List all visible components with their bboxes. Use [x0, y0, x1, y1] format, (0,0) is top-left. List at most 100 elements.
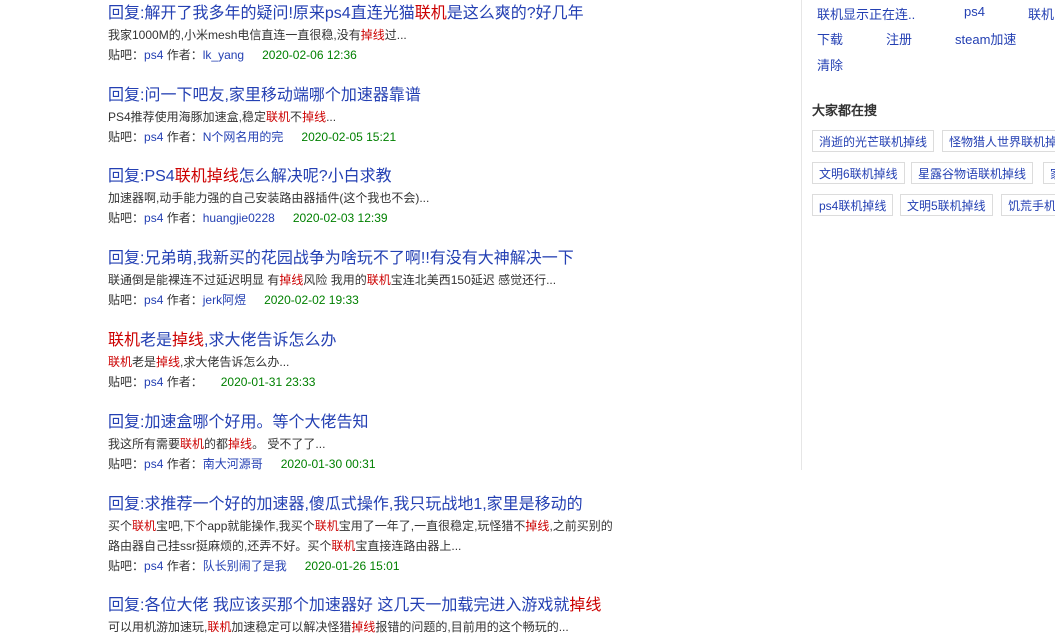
result-snippet: 我这所有需要联机的都掉线。 受不了了... [108, 437, 326, 451]
result-item: 回复:加速盒哪个好用。等个大佬告知 我这所有需要联机的都掉线。 受不了了... … [108, 412, 668, 474]
result-snippet: 可以用机游加速玩,联机加速稳定可以解决怪猎掉线报错的问题的,目前用的这个畅玩的.… [108, 620, 569, 634]
result-meta: 贴吧：ps4 作者：huangjie0228 2020-02-03 12:39 [108, 208, 668, 228]
result-title[interactable]: 联机老是掉线,求大佬告诉怎么办 [108, 330, 668, 352]
related-search-link[interactable]: 联机显示正在连.. [817, 4, 915, 23]
bar-label: 贴吧： [108, 559, 145, 573]
post-date: 2020-01-31 23:33 [220, 375, 316, 389]
column-divider [801, 0, 802, 470]
author-label: 作者： [166, 293, 203, 307]
result-snippet: 加速器啊,动手能力强的自己安装路由器插件(这个我也不会)... [108, 191, 430, 205]
bar-link[interactable]: ps4 [144, 211, 163, 225]
related-search-link[interactable]: 联机 [1028, 4, 1054, 23]
result-title[interactable]: 回复:问一下吧友,家里移动端哪个加速器靠谱 [108, 85, 668, 107]
bar-label: 贴吧： [108, 130, 145, 144]
author-link[interactable]: 队长别闹了是我 [203, 559, 287, 573]
bar-link[interactable]: ps4 [144, 375, 163, 389]
author-label: 作者： [166, 130, 203, 144]
related-search-link[interactable]: 注册 [886, 29, 912, 48]
result-meta: 贴吧：ps4 作者：jerk阿煜 2020-02-02 19:33 [108, 290, 668, 310]
highlight-term: 掉线 [360, 28, 385, 42]
post-date: 2020-02-03 12:39 [292, 211, 388, 225]
hot-search-tag[interactable]: 文明5联机掉线 [900, 194, 993, 216]
sidebar: 联机显示正在连.. ps4 联机 下载 注册 steam加速 清除 大家都在搜 … [812, 0, 1055, 636]
highlight-term: 联机 [180, 437, 205, 451]
bar-link[interactable]: ps4 [144, 48, 163, 62]
author-link[interactable]: huangjie0228 [203, 211, 275, 225]
highlight-term: 联机 [174, 168, 207, 185]
related-search-link[interactable]: 清除 [817, 55, 843, 74]
highlight-term: 联机 [266, 110, 291, 124]
hot-search-tag[interactable]: 怪物猎人世界联机掉线 [942, 130, 1055, 152]
highlight-term: 掉线 [569, 597, 602, 614]
highlight-term: 联机 [108, 355, 133, 369]
hot-search-tag[interactable]: 星露谷物语联机掉线 [911, 162, 1034, 184]
hot-searches-title: 大家都在搜 [812, 103, 878, 118]
bar-label: 贴吧： [108, 211, 145, 225]
result-title[interactable]: 回复:兄弟萌,我新买的花园战争为啥玩不了啊!!有没有大神解决一下 [108, 248, 668, 270]
related-search-link[interactable]: 下载 [817, 29, 843, 48]
post-date: 2020-02-05 15:21 [301, 130, 397, 144]
hot-search-tag[interactable]: 饥荒手机 [1001, 194, 1055, 216]
result-snippet: 联通倒是能裸连不过延迟明显 有掉线风险 我用的联机宝连北美西150延迟 感觉还行… [108, 273, 557, 287]
highlight-term: 联机 [132, 519, 157, 533]
bar-link[interactable]: ps4 [144, 130, 163, 144]
highlight-term: 掉线 [351, 620, 376, 634]
result-meta: 贴吧：ps4 作者：队长别闹了是我 2020-01-26 15:01 [108, 556, 668, 576]
hot-search-tag[interactable]: 消逝的光芒联机掉线 [812, 130, 935, 152]
post-date: 2020-02-02 19:33 [264, 293, 359, 307]
result-title[interactable]: 回复:各位大佬 我应该买那个加速器好 这几天一加载完进入游戏就掉线 [108, 595, 668, 617]
result-title[interactable]: 回复:解开了我多年的疑问!原来ps4直连光猫联机是这么爽的?好几年 [108, 3, 668, 25]
highlight-term: 掉线 [302, 110, 327, 124]
result-meta: 贴吧：ps4 作者： 2020-01-31 23:33 [108, 372, 668, 392]
post-date: 2020-01-26 15:01 [304, 559, 400, 573]
bar-label: 贴吧： [108, 375, 145, 389]
hot-search-tag[interactable]: ps4联机掉线 [812, 194, 894, 216]
bar-link[interactable]: ps4 [144, 293, 163, 307]
result-title[interactable]: 回复:加速盒哪个好用。等个大佬告知 [108, 412, 668, 434]
result-snippet: 联机老是掉线,求大佬告诉怎么办... [108, 355, 290, 369]
result-item: 回复:各位大佬 我应该买那个加速器好 这几天一加载完进入游戏就掉线 可以用机游加… [108, 595, 668, 637]
post-date: 2020-02-06 12:36 [262, 48, 357, 62]
author-link[interactable]: N个网名用的完 [203, 130, 284, 144]
post-date: 2020-01-30 00:31 [280, 457, 376, 471]
result-meta: 贴吧：ps4 作者：N个网名用的完 2020-02-05 15:21 [108, 127, 668, 147]
result-item: 回复:解开了我多年的疑问!原来ps4直连光猫联机是这么爽的?好几年 我家1000… [108, 3, 668, 65]
related-search-link[interactable]: ps4 [964, 4, 985, 19]
author-label: 作者： [166, 211, 203, 225]
result-item: 联机老是掉线,求大佬告诉怎么办 联机老是掉线,求大佬告诉怎么办... 贴吧：ps… [108, 330, 668, 392]
author-link[interactable]: lk_yang [203, 48, 244, 62]
related-search-link[interactable]: steam加速 [955, 29, 1016, 48]
result-item: 回复:求推荐一个好的加速器,傻瓜式操作,我只玩战地1,家里是移动的 买个联机宝吧… [108, 494, 668, 576]
highlight-term: 掉线 [172, 332, 205, 349]
bar-link[interactable]: ps4 [144, 457, 163, 471]
author-link[interactable]: 南大河源哥 [203, 457, 263, 471]
bar-link[interactable]: ps4 [144, 559, 163, 573]
author-link[interactable]: jerk阿煜 [203, 293, 246, 307]
bar-label: 贴吧： [108, 48, 145, 62]
highlight-term: 联机 [207, 620, 232, 634]
hot-search-tag[interactable]: 文明6联机掉线 [812, 162, 905, 184]
author-label: 作者： [166, 48, 203, 62]
result-title[interactable]: 回复:求推荐一个好的加速器,傻瓜式操作,我只玩战地1,家里是移动的 [108, 494, 668, 516]
result-item: 回复:兄弟萌,我新买的花园战争为啥玩不了啊!!有没有大神解决一下 联通倒是能裸连… [108, 248, 668, 310]
highlight-term: 联机 [108, 332, 141, 349]
bar-label: 贴吧： [108, 293, 145, 307]
highlight-term: 掉线 [525, 519, 550, 533]
hot-search-tag[interactable]: 家 [1043, 162, 1055, 184]
result-title[interactable]: 回复:PS4联机掉线怎么解决呢?小白求教 [108, 166, 668, 188]
highlight-term: 联机 [331, 539, 356, 553]
highlight-term: 联机 [366, 273, 391, 287]
result-snippet: PS4推荐使用海豚加速盒,稳定联机不掉线... [108, 110, 337, 124]
result-snippet: 我家1000M的,小米mesh电信直连一直很稳,没有掉线过... [108, 28, 407, 42]
result-item: 回复:问一下吧友,家里移动端哪个加速器靠谱 PS4推荐使用海豚加速盒,稳定联机不… [108, 85, 668, 147]
highlight-term: 联机 [414, 5, 447, 22]
highlight-term: 联机 [314, 519, 339, 533]
author-label: 作者： [166, 559, 203, 573]
highlight-term: 掉线 [279, 273, 304, 287]
highlight-term: 掉线 [228, 437, 253, 451]
highlight-term: 掉线 [156, 355, 181, 369]
result-meta: 贴吧：ps4 作者：南大河源哥 2020-01-30 00:31 [108, 454, 668, 474]
result-meta: 贴吧：ps4 作者：lk_yang 2020-02-06 12:36 [108, 45, 668, 65]
bar-label: 贴吧： [108, 457, 145, 471]
result-item: 回复:PS4联机掉线怎么解决呢?小白求教 加速器啊,动手能力强的自己安装路由器插… [108, 166, 668, 228]
